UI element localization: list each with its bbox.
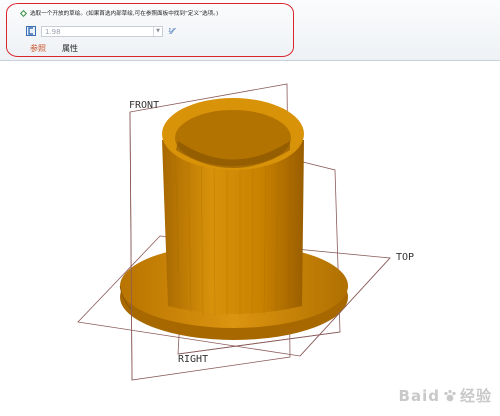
dashboard-tabs: 参照 属性 <box>30 43 78 54</box>
front-plane-label[interactable]: FRONT <box>129 100 159 111</box>
watermark-text: Baid <box>398 386 440 405</box>
prompt-diamond-icon <box>20 9 27 17</box>
offset-value-input[interactable]: 1.98 ▼ <box>41 25 163 37</box>
chevron-down-icon[interactable]: ▼ <box>153 26 162 36</box>
right-plane-label[interactable]: RIGHT <box>178 354 208 365</box>
graphics-viewport[interactable]: FRONT TOP RIGHT <box>0 61 500 412</box>
flip-direction-icon[interactable]: ⅟⁄ <box>168 27 174 36</box>
paw-icon <box>444 389 456 401</box>
baidu-watermark: Baid 经验 <box>399 385 492 406</box>
prompt-text: 选取一个开放的草绘。(如果首选内部草绘,可在参照面板中找到“定义”选项。) <box>30 11 219 17</box>
model-view[interactable]: FRONT TOP RIGHT <box>0 61 500 412</box>
offset-type-icon[interactable] <box>26 26 36 36</box>
control-row: 1.98 ▼ ⅟⁄ <box>26 24 174 38</box>
offset-value: 1.98 <box>45 27 61 36</box>
feature-dashboard: 选取一个开放的草绘。(如果首选内部草绘,可在参照面板中找到“定义”选项。) 1.… <box>0 0 500 61</box>
tab-references[interactable]: 参照 <box>30 43 46 54</box>
prompt-row: 选取一个开放的草绘。(如果首选内部草绘,可在参照面板中找到“定义”选项。) <box>20 7 218 19</box>
tab-properties[interactable]: 属性 <box>62 43 78 54</box>
watermark-cn-text: 经验 <box>459 387 492 405</box>
top-plane-label[interactable]: TOP <box>396 252 414 263</box>
